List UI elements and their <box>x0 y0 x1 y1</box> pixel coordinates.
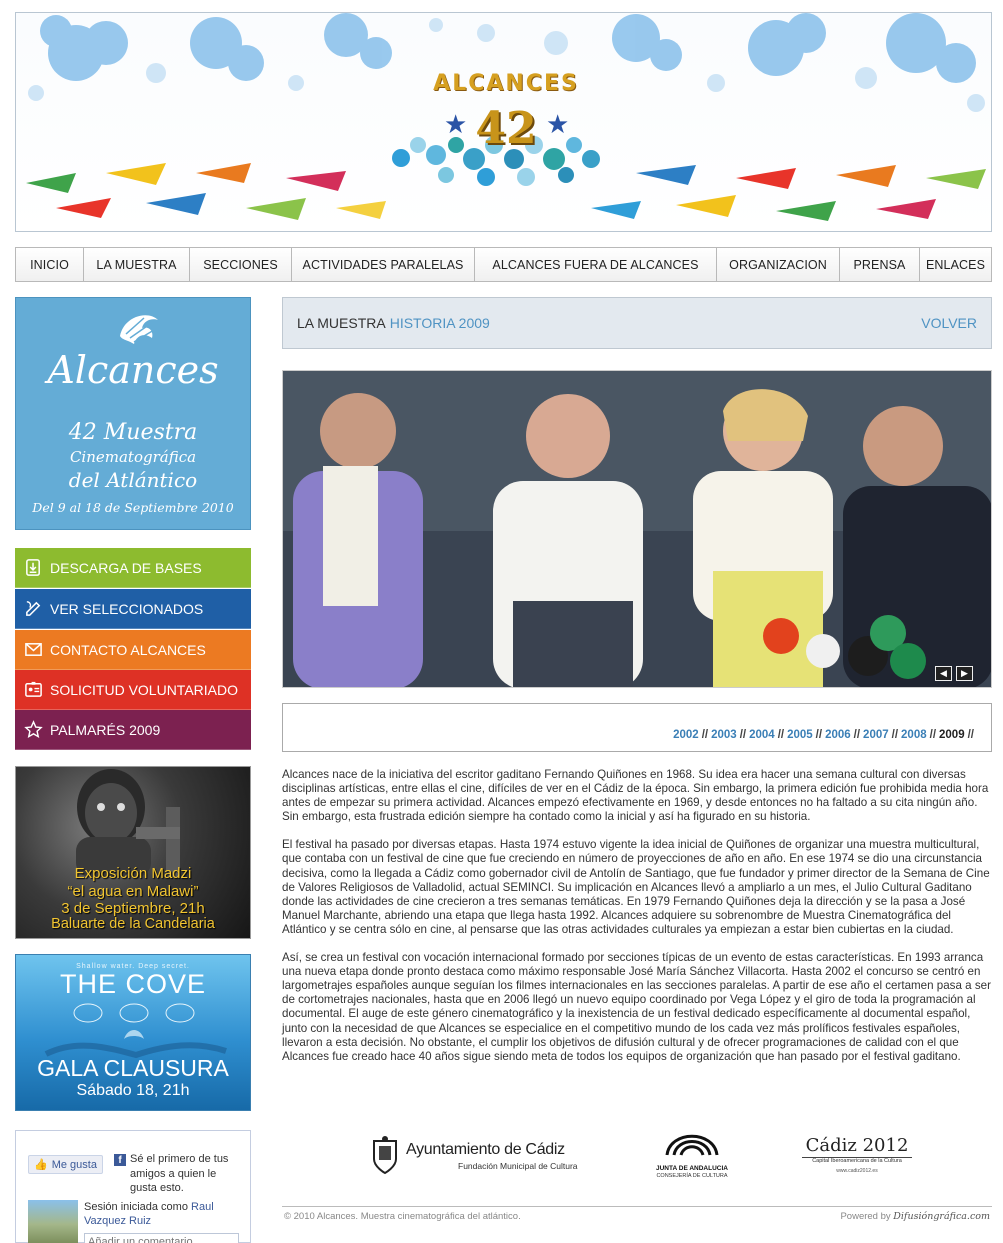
volunteer-request-label: SOLICITUD VOLUNTARIADO <box>50 681 238 698</box>
year-current: 2009 <box>939 729 965 741</box>
nav-item-alcances-fuera[interactable]: ALCANCES FUERA DE ALCANCES <box>475 248 717 281</box>
powered-link[interactable]: Difusióngráfica.com <box>893 1211 990 1222</box>
junta-arch-icon <box>665 1134 719 1156</box>
nav-item-la-muestra[interactable]: LA MUESTRA <box>84 248 190 281</box>
pencil-icon <box>23 599 43 619</box>
junta-andalucia-logo[interactable]: JUNTA DE ANDALUCIA CONSEJERÍA DE CULTURA <box>642 1125 742 1185</box>
year-link-2005[interactable]: 2005 <box>787 729 813 741</box>
star-icon: ★ <box>546 109 570 139</box>
nav-item-secciones[interactable]: SECCIONES <box>190 248 292 281</box>
previous-photo-button[interactable]: ◀ <box>935 666 952 681</box>
download-bases-button[interactable]: DESCARGA DE BASES <box>15 548 251 588</box>
id-card-icon <box>23 680 43 700</box>
article-paragraph: Así, se crea un festival con vocación in… <box>282 951 991 1063</box>
cadiz-crest-icon <box>373 1136 397 1175</box>
the-cove-poster[interactable]: Shallow water. Deep secret. THE COVE GAL… <box>15 954 251 1111</box>
main-navigation: INICIO LA MUESTRA SECCIONES ACTIVIDADES … <box>15 247 992 282</box>
history-article: Alcances nace de la iniciativa del escri… <box>282 768 992 1078</box>
cadiz2012-sub: Capital Iberoamericana de la Cultura <box>802 1157 912 1164</box>
back-link[interactable]: VOLVER <box>921 315 977 331</box>
cadiz-2012-logo[interactable]: Cádiz 2012 Capital Iberoamericana de la … <box>802 1135 912 1185</box>
footer-copyright: © 2010 Alcances. Muestra cinematográfica… <box>284 1211 521 1222</box>
facebook-like-widget: 👍 Me gusta f Sé el primero de tus amigos… <box>15 1130 251 1243</box>
thumbs-up-icon: 👍 <box>34 1159 48 1171</box>
section-header-bar: LA MUESTRA HISTORIA 2009 VOLVER <box>282 297 992 349</box>
nav-item-actividades-paralelas[interactable]: ACTIVIDADES PARALELAS <box>292 248 475 281</box>
cove-gala: GALA CLAUSURA <box>37 1055 229 1081</box>
festival-promo-banner[interactable]: Alcances 42 Muestra Cinematográfica del … <box>15 297 251 530</box>
sponsors-bar: Ayuntamiento de Cádiz Fundación Municipa… <box>282 1125 992 1185</box>
download-doc-icon <box>23 558 43 578</box>
palmares-label: PALMARÉS 2009 <box>50 721 161 738</box>
facebook-first-text: Sé el primero de tus amigos a quien le g… <box>130 1153 229 1194</box>
view-selected-button[interactable]: VER SELECCIONADOS <box>15 589 251 629</box>
nav-item-prensa[interactable]: PRENSA <box>840 248 920 281</box>
view-selected-label: VER SELECCIONADOS <box>50 600 204 617</box>
facebook-like-button[interactable]: 👍 Me gusta <box>28 1155 103 1174</box>
year-link-2006[interactable]: 2006 <box>825 729 851 741</box>
star-icon <box>23 720 43 740</box>
header-banner: ALCANCES ★ 42 ★ <box>15 12 992 232</box>
cove-title: THE COVE <box>59 969 207 999</box>
madzi-title: Exposición Madzi <box>74 865 192 882</box>
cove-laurels-illustration <box>44 1003 227 1059</box>
volunteer-request-button[interactable]: SOLICITUD VOLUNTARIADO <box>15 670 251 710</box>
banner-title: ALCANCES <box>433 71 579 96</box>
ayuntamiento-cadiz-logo[interactable]: Ayuntamiento de Cádiz Fundación Municipa… <box>370 1135 580 1179</box>
facebook-session-text: Sesión iniciada como Raul Vazquez Ruiz <box>84 1200 244 1228</box>
download-bases-label: DESCARGA DE BASES <box>50 559 202 576</box>
envelope-icon <box>23 640 43 660</box>
next-photo-button[interactable]: ▶ <box>956 666 973 681</box>
promo-dates: Del 9 al 18 de Septiembre 2010 <box>32 500 234 515</box>
breadcrumb-section[interactable]: LA MUESTRA <box>297 315 386 331</box>
nav-item-organizacion[interactable]: ORGANIZACION <box>717 248 840 281</box>
year-link-2007[interactable]: 2007 <box>863 729 889 741</box>
shell-logo-icon <box>120 315 158 344</box>
comment-input[interactable] <box>84 1233 239 1243</box>
breadcrumb-page: HISTORIA 2009 <box>389 315 490 331</box>
junta-sub: CONSEJERÍA DE CULTURA <box>656 1173 728 1179</box>
contact-button[interactable]: CONTACTO ALCANCES <box>15 630 251 670</box>
year-link-2008[interactable]: 2008 <box>901 729 927 741</box>
cadiz2012-name: Cádiz 2012 <box>805 1135 909 1156</box>
press-conference-photo: ◀ ▶ <box>282 370 992 688</box>
nav-item-enlaces[interactable]: ENLACES <box>920 248 991 281</box>
year-link-2002[interactable]: 2002 <box>673 729 699 741</box>
madzi-exhibition-poster[interactable]: Exposición Madzi “el agua en Malawi” 3 d… <box>15 766 251 939</box>
session-prefix: Sesión iniciada como <box>84 1201 188 1213</box>
year-link-2003[interactable]: 2003 <box>711 729 737 741</box>
palmares-button[interactable]: PALMARÉS 2009 <box>15 710 251 750</box>
contact-label: CONTACTO ALCANCES <box>50 641 206 658</box>
page-footer: © 2010 Alcances. Muestra cinematográfica… <box>282 1206 992 1226</box>
photo-illustration <box>283 371 991 687</box>
cadiz2012-url: www.cadiz2012.es <box>836 1168 878 1174</box>
promo-brand: Alcances <box>47 348 219 392</box>
promo-subtitle: Cinematográfica <box>69 448 197 466</box>
year-link-2004[interactable]: 2004 <box>749 729 775 741</box>
madzi-subtitle: “el agua en Malawi” <box>67 883 199 900</box>
facebook-icon: f <box>114 1154 126 1166</box>
ayuntamiento-name: Ayuntamiento de Cádiz <box>406 1141 565 1158</box>
year-navigation: 2002// 2003// 2004// 2005// 2006// 2007/… <box>282 703 992 752</box>
user-avatar <box>28 1200 78 1243</box>
madzi-date: 3 de Septiembre, 21h <box>61 900 205 917</box>
promo-subtitle-2: del Atlántico <box>68 468 198 492</box>
article-paragraph: El festival ha pasado por diversas etapa… <box>282 838 990 936</box>
footer-powered: Powered by Difusióngráfica.com <box>840 1211 990 1222</box>
promo-edition: 42 Muestra <box>68 420 198 445</box>
like-button-label: Me gusta <box>51 1158 97 1171</box>
powered-prefix: Powered by <box>840 1211 891 1222</box>
cove-date: Sábado 18, 21h <box>76 1082 190 1099</box>
article-paragraph: Alcances nace de la iniciativa del escri… <box>282 768 989 824</box>
junta-name: JUNTA DE ANDALUCIA <box>656 1165 728 1172</box>
madzi-venue: Baluarte de la Candelaria <box>51 916 215 932</box>
ayuntamiento-sub: Fundación Municipal de Cultura <box>458 1161 578 1171</box>
nav-item-inicio[interactable]: INICIO <box>16 248 84 281</box>
